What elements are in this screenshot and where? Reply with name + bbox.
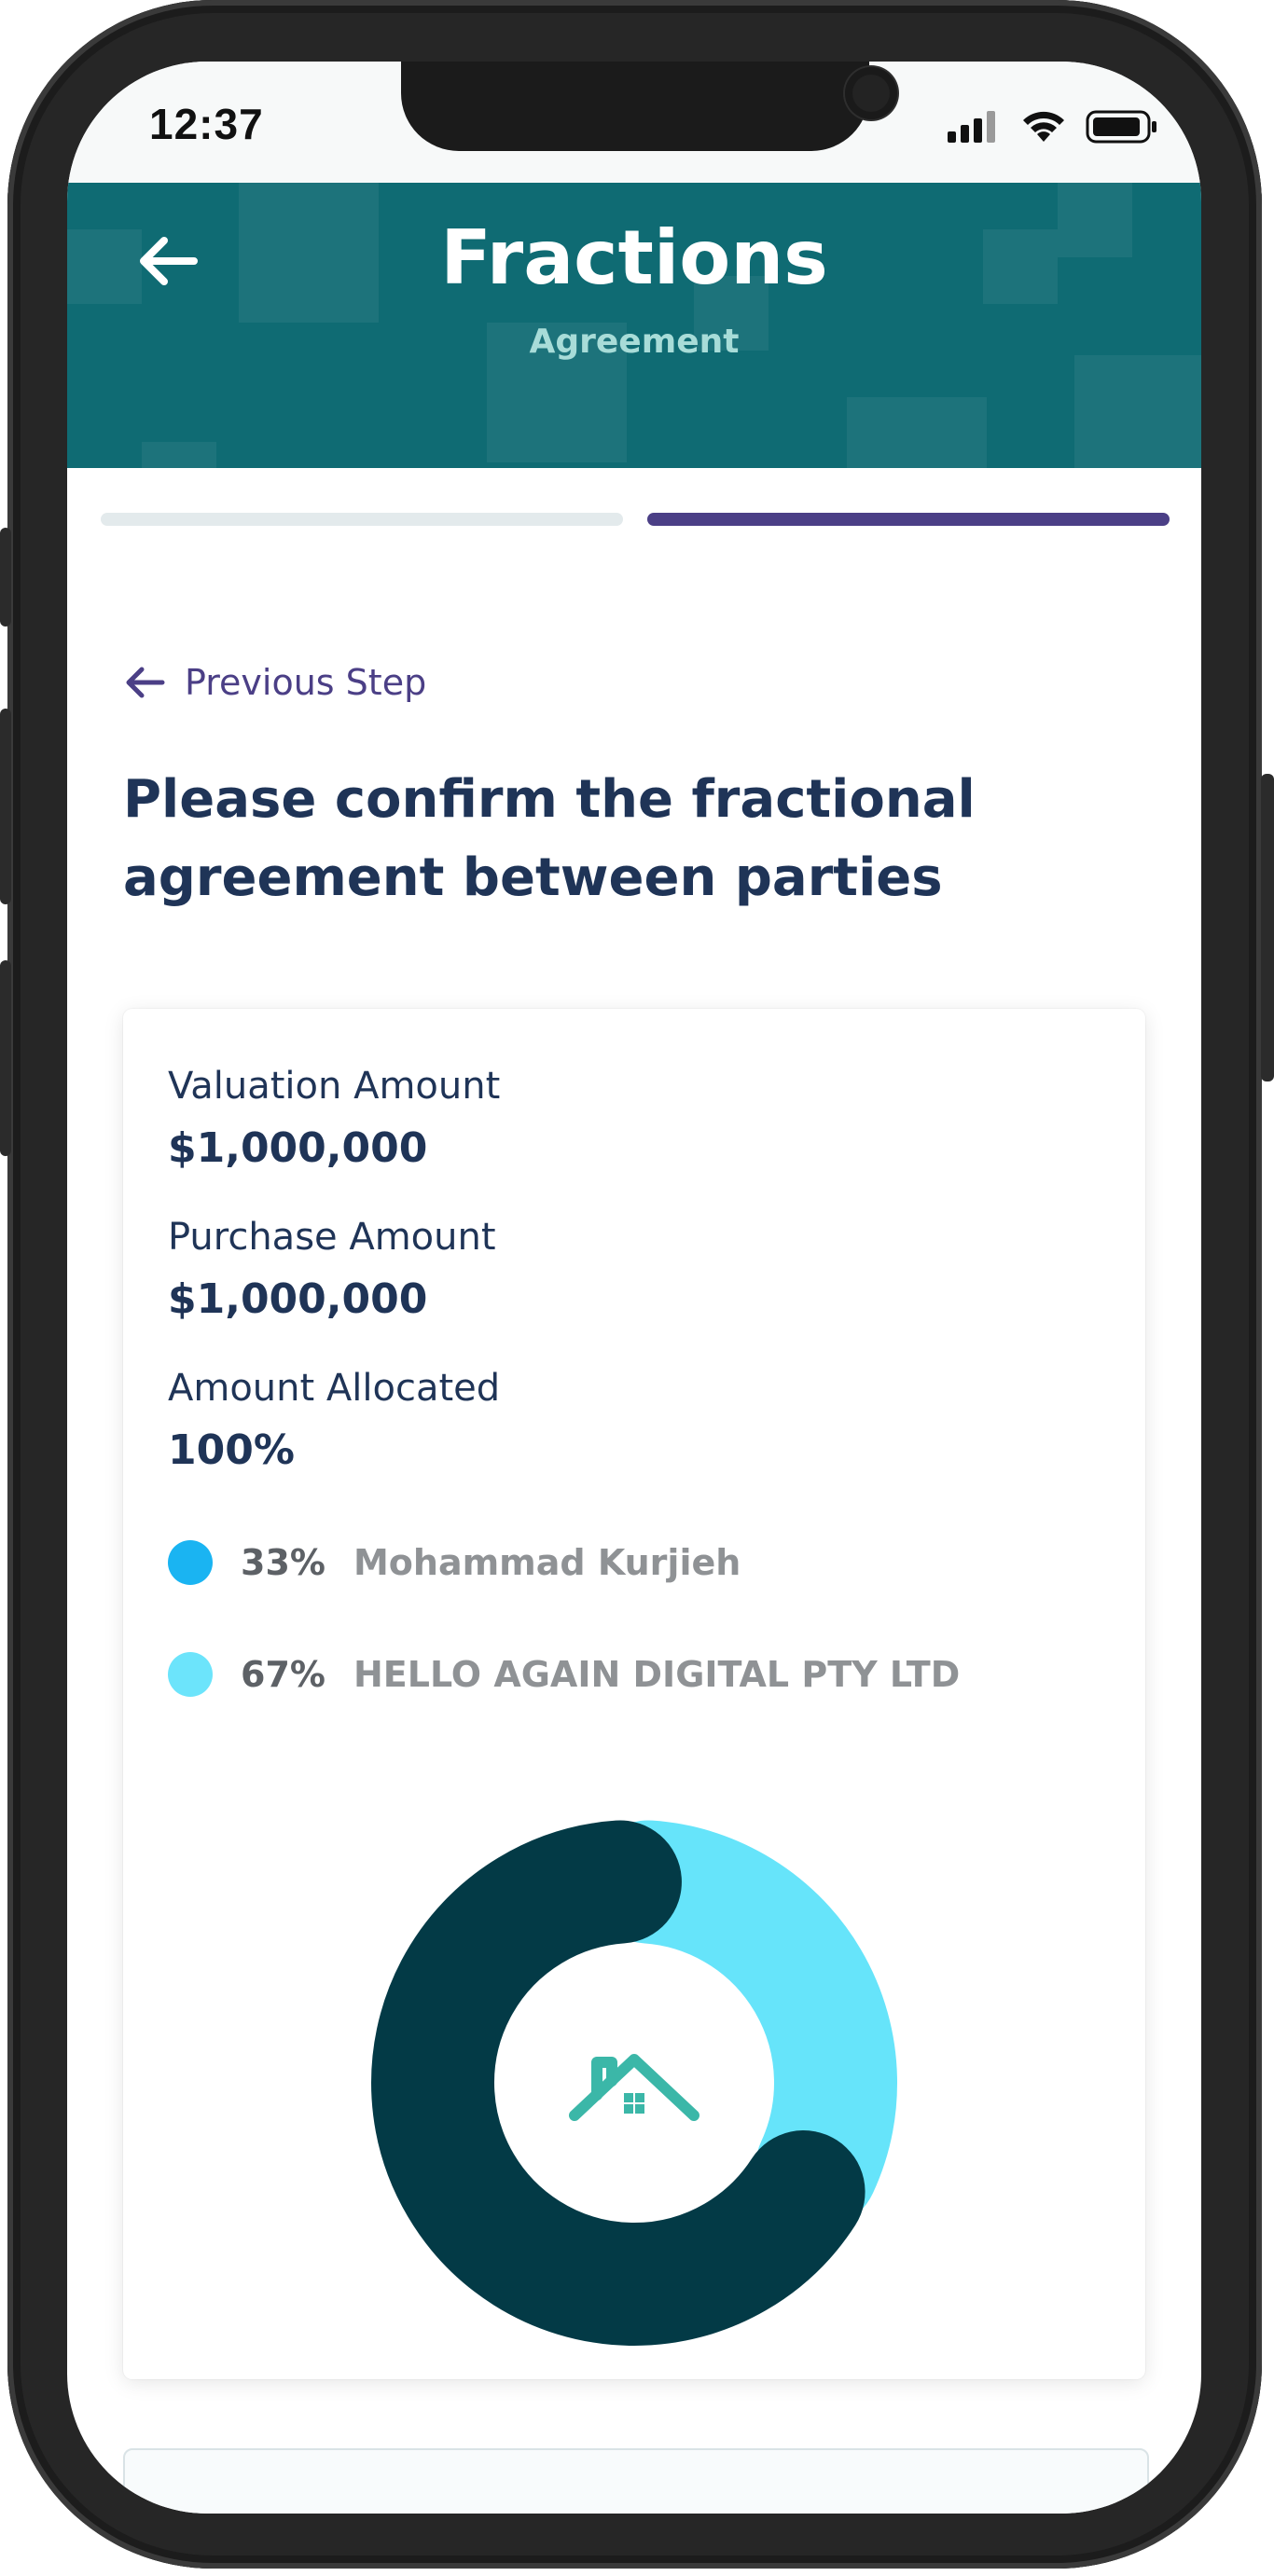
wifi-icon xyxy=(1023,111,1064,142)
header-decoration xyxy=(847,397,987,468)
donut-slice-1 xyxy=(587,1820,897,2229)
arrow-left-icon xyxy=(126,667,165,698)
ownership-donut-chart xyxy=(371,1820,897,2346)
notch xyxy=(401,62,897,151)
camera-icon xyxy=(845,67,897,119)
power-button xyxy=(1261,774,1274,1081)
status-icons xyxy=(948,108,1158,145)
app-screen: 12:37 Fractions Agreement Previous Step … xyxy=(67,62,1201,2514)
page-subtitle: Agreement xyxy=(529,323,740,361)
confirmation-heading: Please confirm the fractional agreement … xyxy=(123,769,976,908)
battery-icon xyxy=(1086,110,1156,144)
progress-step-1 xyxy=(101,513,623,526)
previous-step-label: Previous Step xyxy=(185,662,427,703)
previous-step-link[interactable]: Previous Step xyxy=(123,662,426,703)
agreement-summary-card: Valuation Amount $1,000,000 Purchase Amo… xyxy=(123,1009,1145,2379)
volume-down-button xyxy=(0,960,11,1156)
status-time: 12:37 xyxy=(149,100,264,148)
progress-step-2 xyxy=(647,513,1170,526)
page-title: Fractions xyxy=(440,214,828,301)
signal-icon xyxy=(948,111,995,143)
volume-up-button xyxy=(0,709,11,904)
house-icon xyxy=(569,2054,699,2121)
header-decoration xyxy=(1074,355,1201,468)
next-card xyxy=(123,2448,1149,2514)
status-bar: 12:37 xyxy=(67,62,1201,183)
header-decoration xyxy=(142,442,216,468)
silent-switch xyxy=(0,528,11,627)
